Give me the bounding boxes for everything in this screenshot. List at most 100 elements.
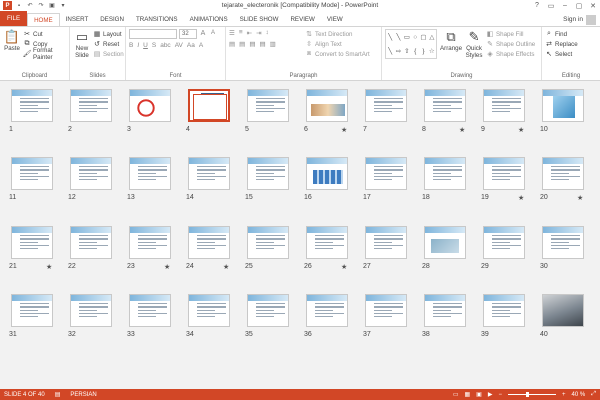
close-button[interactable]: ✕ xyxy=(586,0,600,11)
slide-thumbnail[interactable] xyxy=(129,226,171,259)
undo-icon[interactable]: ↶ xyxy=(26,2,34,10)
tab-file[interactable]: FILE xyxy=(0,11,28,26)
tab-view[interactable]: VIEW xyxy=(321,13,349,26)
convert-smartart-button[interactable]: ⧈ Convert to SmartArt xyxy=(305,49,370,59)
line-spacing-icon[interactable]: ↕ xyxy=(266,29,269,37)
bullets-icon[interactable]: ☰ xyxy=(229,29,235,37)
format-painter-button[interactable]: 🖌 Format Painter xyxy=(23,47,66,61)
zoom-level[interactable]: 40 % xyxy=(572,392,586,398)
shape-star-icon[interactable]: ☆ xyxy=(429,47,435,55)
slide-thumbnail[interactable] xyxy=(306,226,348,259)
slide-thumbnail[interactable] xyxy=(483,89,525,122)
redo-icon[interactable]: ↷ xyxy=(37,2,45,10)
shape-arrow-icon[interactable]: ⇧ xyxy=(404,47,409,55)
tab-review[interactable]: REVIEW xyxy=(284,13,320,26)
maximize-button[interactable]: ▢ xyxy=(572,0,586,11)
align-center-icon[interactable]: ▤ xyxy=(239,40,245,48)
slide-thumbnail[interactable] xyxy=(306,89,348,122)
char-spacing-icon[interactable]: AV xyxy=(175,42,183,49)
reset-button[interactable]: ↺ Reset xyxy=(93,39,124,49)
shape-outline-button[interactable]: ✎ Shape Outline xyxy=(486,39,535,49)
slide-thumbnail[interactable] xyxy=(306,157,348,190)
slide-thumbnail[interactable] xyxy=(542,157,584,190)
slide-thumbnail[interactable] xyxy=(365,294,407,327)
slide-thumbnail[interactable] xyxy=(424,157,466,190)
slide-thumbnail[interactable] xyxy=(70,226,112,259)
slide-thumbnail[interactable] xyxy=(247,89,289,122)
shape-brace-icon[interactable]: { xyxy=(414,48,416,55)
shape-rectangle-icon[interactable]: ▭ xyxy=(404,33,410,41)
zoom-in-icon[interactable]: + xyxy=(562,392,566,398)
slide-thumbnail[interactable] xyxy=(542,226,584,259)
bold-icon[interactable]: B xyxy=(129,42,133,49)
paste-button[interactable]: 📋 Paste xyxy=(3,29,21,59)
customize-qat-icon[interactable]: ▾ xyxy=(59,2,67,10)
transition-star-icon[interactable]: ★ xyxy=(518,194,524,202)
slide-thumbnail[interactable] xyxy=(483,157,525,190)
shape-fill-button[interactable]: ◧ Shape Fill xyxy=(486,29,535,39)
proofing-icon[interactable]: ▤ xyxy=(55,391,61,398)
quick-styles-button[interactable]: ✎ Quick Styles xyxy=(465,29,483,59)
tab-design[interactable]: DESIGN xyxy=(94,13,130,26)
slide-thumbnail[interactable] xyxy=(483,294,525,327)
new-slide-button[interactable]: ▭ New Slide xyxy=(73,29,91,59)
italic-icon[interactable]: I xyxy=(137,42,139,49)
justify-icon[interactable]: ▤ xyxy=(259,40,265,48)
align-left-icon[interactable]: ▤ xyxy=(229,40,235,48)
shadow-icon[interactable]: S xyxy=(152,42,156,49)
slide-thumbnail[interactable] xyxy=(129,89,171,122)
layout-button[interactable]: ▦ Layout xyxy=(93,29,124,39)
shape-oval-icon[interactable]: ○ xyxy=(413,34,417,41)
normal-view-icon[interactable]: ▭ xyxy=(453,391,459,398)
font-color-icon[interactable]: A xyxy=(199,42,203,49)
section-button[interactable]: ▤ Section xyxy=(93,49,124,59)
slide-thumbnail[interactable] xyxy=(188,157,230,190)
shape-rounded-rect-icon[interactable]: ▢ xyxy=(420,33,426,41)
slide-thumbnail[interactable] xyxy=(188,294,230,327)
increase-indent-icon[interactable]: ⇥ xyxy=(256,29,261,37)
replace-button[interactable]: ⇄ Replace xyxy=(545,39,597,49)
save-icon[interactable]: ▪ xyxy=(15,2,23,10)
ribbon-display-button[interactable]: ▭ xyxy=(544,0,558,11)
tab-slide-show[interactable]: SLIDE SHOW xyxy=(234,13,285,26)
align-right-icon[interactable]: ▤ xyxy=(249,40,255,48)
slide-thumbnail[interactable] xyxy=(11,89,53,122)
slide-thumbnail[interactable] xyxy=(11,157,53,190)
shape-arrow-icon[interactable]: ⇨ xyxy=(396,47,401,55)
slide-thumbnail[interactable] xyxy=(70,89,112,122)
slide-thumbnail[interactable] xyxy=(247,157,289,190)
transition-star-icon[interactable]: ★ xyxy=(46,263,52,271)
reading-view-icon[interactable]: ▣ xyxy=(476,391,482,398)
minimize-button[interactable]: – xyxy=(558,0,572,11)
help-button[interactable]: ? xyxy=(530,0,544,11)
start-slideshow-icon[interactable]: ▣ xyxy=(48,2,56,10)
slide-thumbnail[interactable] xyxy=(70,294,112,327)
zoom-out-icon[interactable]: − xyxy=(498,392,502,398)
slide-thumbnail[interactable] xyxy=(247,226,289,259)
transition-star-icon[interactable]: ★ xyxy=(223,263,229,271)
change-case-icon[interactable]: Aa xyxy=(187,42,195,49)
transition-star-icon[interactable]: ★ xyxy=(518,126,524,134)
grow-font-icon[interactable]: A xyxy=(199,29,207,37)
tab-animations[interactable]: ANIMATIONS xyxy=(184,13,234,26)
slide-sorter-view-icon[interactable]: ▦ xyxy=(465,391,471,398)
strikethrough-icon[interactable]: abc xyxy=(160,42,170,49)
shape-triangle-icon[interactable]: △ xyxy=(429,33,434,41)
tab-insert[interactable]: INSERT xyxy=(60,13,95,26)
underline-icon[interactable]: U xyxy=(143,42,148,49)
transition-star-icon[interactable]: ★ xyxy=(164,263,170,271)
slide-thumbnail[interactable] xyxy=(424,226,466,259)
slide-thumbnail[interactable] xyxy=(247,294,289,327)
slide-thumbnail[interactable] xyxy=(365,226,407,259)
arrange-button[interactable]: ⧉ Arrange xyxy=(440,29,462,59)
slide-thumbnail[interactable] xyxy=(129,294,171,327)
slide-thumbnail[interactable] xyxy=(542,89,584,122)
decrease-indent-icon[interactable]: ⇤ xyxy=(247,29,252,37)
tab-home[interactable]: HOME xyxy=(27,13,60,26)
sign-in-link[interactable]: Sign in xyxy=(563,13,600,26)
language-indicator[interactable]: PERSIAN xyxy=(70,392,96,398)
columns-icon[interactable]: ▥ xyxy=(270,40,276,48)
font-size-box[interactable]: 32 xyxy=(179,29,197,39)
transition-star-icon[interactable]: ★ xyxy=(459,126,465,134)
slide-thumbnail[interactable] xyxy=(542,294,584,327)
